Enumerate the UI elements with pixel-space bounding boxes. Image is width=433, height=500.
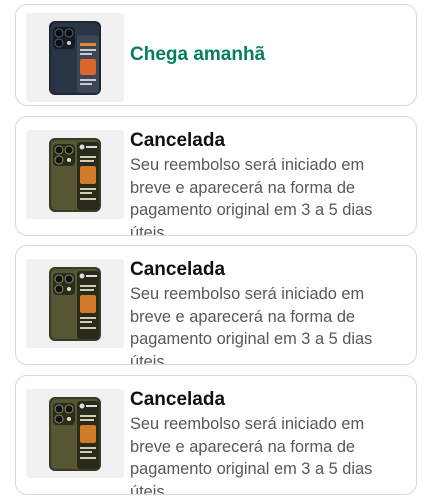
product-thumbnail[interactable] — [26, 389, 124, 478]
smartphone-image-icon — [49, 20, 101, 95]
refund-message: Seu reembolso será iniciado em breve e a… — [130, 285, 373, 365]
order-status: Cancelada — [130, 389, 226, 410]
order-status: Cancelada — [130, 259, 226, 280]
smartphone-image-icon — [49, 137, 101, 212]
product-thumbnail[interactable] — [26, 259, 124, 348]
order-card[interactable]: Cancelada Seu reembolso será iniciado em… — [15, 245, 417, 365]
order-status: Chega amanhã — [130, 44, 266, 65]
order-status: Cancelada — [130, 130, 226, 151]
smartphone-image-icon — [49, 396, 101, 471]
product-thumbnail[interactable] — [26, 13, 124, 102]
refund-message: Seu reembolso será iniciado em breve e a… — [130, 415, 373, 495]
order-card[interactable]: Cancelada Seu reembolso será iniciado em… — [15, 116, 417, 236]
order-card[interactable]: Cancelada Seu reembolso será iniciado em… — [15, 375, 417, 495]
refund-message: Seu reembolso será iniciado em breve e a… — [130, 156, 373, 236]
smartphone-image-icon — [49, 266, 101, 341]
order-card[interactable]: Chega amanhã — [15, 4, 417, 106]
product-thumbnail[interactable] — [26, 130, 124, 219]
